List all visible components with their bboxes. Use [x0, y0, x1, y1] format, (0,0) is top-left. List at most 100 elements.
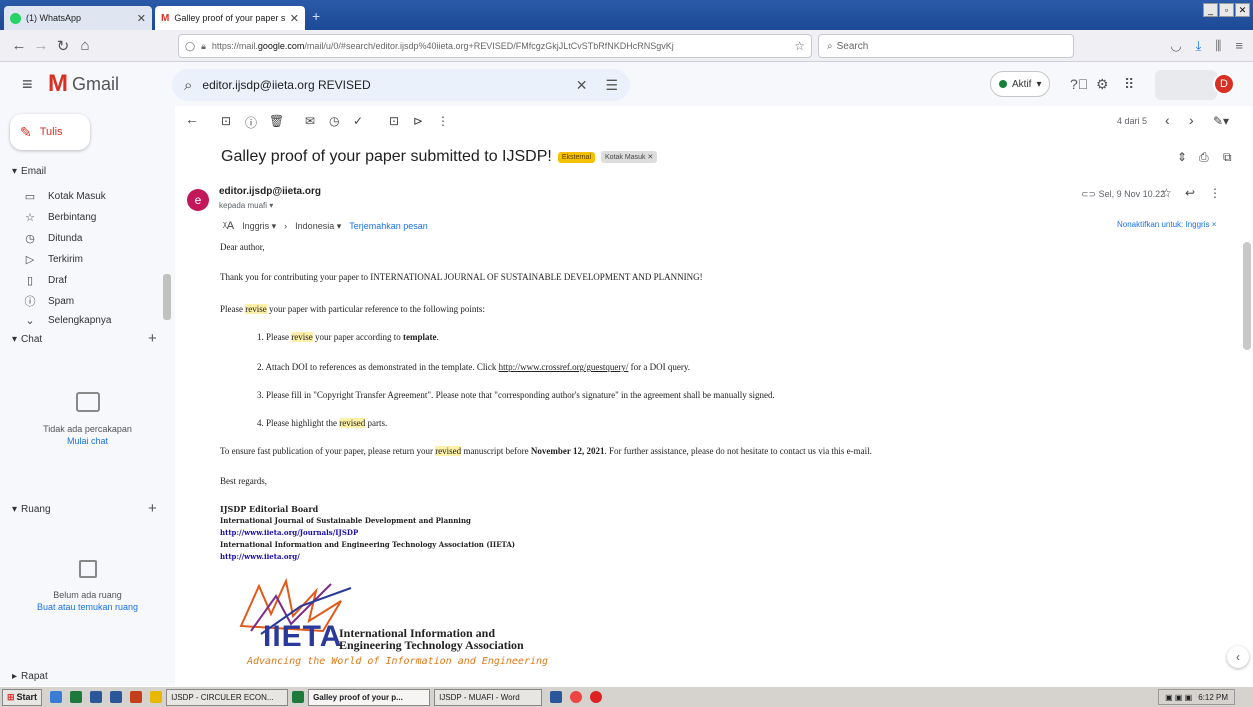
- maximize-button[interactable]: ▫: [1219, 3, 1234, 17]
- menu-icon[interactable]: ≡: [1235, 38, 1243, 54]
- back-icon[interactable]: ←: [8, 37, 30, 54]
- close-icon[interactable]: ✕: [290, 12, 299, 25]
- move-to-icon[interactable]: ⊡: [389, 114, 399, 128]
- home-icon[interactable]: ⌂: [74, 37, 96, 54]
- mail-search-input[interactable]: ⌕ editor.ijsdp@iieta.org REVISED ✕ ☰: [172, 69, 630, 101]
- new-chat-plus-icon[interactable]: +: [148, 330, 157, 347]
- open-new-window-icon[interactable]: ⧉: [1223, 150, 1232, 165]
- settings-gear-icon[interactable]: ⚙: [1096, 76, 1109, 93]
- sidebar-item-starred[interactable]: ☆ Berbintang: [24, 207, 164, 227]
- email-regards: Best regards,: [220, 476, 267, 486]
- pocket-icon[interactable]: ◡: [1170, 38, 1181, 54]
- more-vert-icon[interactable]: ⋮: [437, 114, 449, 128]
- side-panel-toggle-icon[interactable]: ‹: [1227, 646, 1249, 668]
- sidebar-item-snoozed[interactable]: ◷ Ditunda: [24, 228, 164, 248]
- next-chevron-icon[interactable]: ›: [1189, 112, 1194, 128]
- library-icon[interactable]: ⫼: [1215, 38, 1221, 54]
- compose-button[interactable]: ✎ Tulis: [10, 114, 90, 150]
- search-icon: ⌕: [827, 40, 833, 52]
- browser-search-input[interactable]: ⌕ Search: [818, 34, 1074, 58]
- bookmark-star-icon[interactable]: ☆: [794, 39, 805, 53]
- translate-message-link[interactable]: Terjemahkan pesan: [349, 221, 428, 231]
- search-value: editor.ijsdp@iieta.org REVISED: [202, 78, 371, 92]
- input-tools-icon[interactable]: ✎▾: [1213, 114, 1229, 128]
- browser-quicklaunch-icon[interactable]: [50, 691, 63, 703]
- archive-icon[interactable]: ⊡: [221, 114, 231, 128]
- prev-chevron-icon[interactable]: ‹: [1165, 112, 1170, 128]
- sidebar-scrollbar[interactable]: [163, 274, 171, 320]
- add-task-icon[interactable]: ✓: [353, 114, 363, 128]
- translate-to-select[interactable]: Indonesia ▾: [295, 221, 341, 232]
- start-button[interactable]: ⊞ Start: [2, 688, 43, 706]
- search-options-icon[interactable]: ☰: [605, 77, 618, 94]
- search-icon[interactable]: ⌕: [184, 77, 192, 94]
- section-rooms[interactable]: ▾ Ruang: [12, 504, 51, 515]
- disable-translate-link[interactable]: Nonaktifkan untuk: Inggris ×: [1117, 220, 1216, 229]
- signature-site-link: http://www.iieta.org/: [220, 552, 300, 561]
- new-room-plus-icon[interactable]: +: [148, 500, 157, 517]
- sidebar-item-drafts[interactable]: ▯ Draf: [24, 270, 164, 290]
- browser-toolbar-icons: ◡ ⤓ ⫼ ≡: [1170, 38, 1243, 54]
- section-chat[interactable]: ▾ Chat: [12, 334, 42, 345]
- translate-from-select[interactable]: Inggris ▾: [242, 221, 276, 232]
- tray-icons[interactable]: ▣ ▣ ▣: [1165, 693, 1192, 702]
- start-chat-link[interactable]: Mulai chat: [0, 436, 175, 446]
- section-meet[interactable]: ▸ Rapat: [12, 671, 48, 682]
- mark-unread-icon[interactable]: ✉︎: [305, 114, 315, 128]
- avatar[interactable]: D: [1213, 73, 1235, 95]
- crossref-link[interactable]: http://www.crossref.org/guestquery/: [499, 362, 629, 372]
- back-arrow-icon[interactable]: ←: [185, 111, 199, 127]
- main-scrollbar[interactable]: [1243, 242, 1251, 350]
- gmail-logo[interactable]: M Gmail: [48, 70, 119, 98]
- report-spam-icon[interactable]: ⓘ: [245, 114, 257, 131]
- clock-icon: ◷: [25, 232, 35, 245]
- account-switcher[interactable]: [1155, 70, 1217, 100]
- new-tab-button[interactable]: +: [312, 8, 320, 24]
- minimize-button[interactable]: _: [1203, 3, 1218, 17]
- sidebar-item-more[interactable]: ⌄ Selengkapnya: [24, 310, 164, 330]
- taskbar-item-explorer[interactable]: IJSDP - CIRCULER ECON...: [166, 688, 289, 706]
- clear-search-icon[interactable]: ✕: [576, 77, 588, 94]
- app-name: Gmail: [72, 73, 120, 94]
- reload-icon[interactable]: ↻: [52, 37, 74, 55]
- chrome-icon[interactable]: [570, 691, 583, 703]
- sidebar-item-spam[interactable]: ⓘ Spam: [24, 291, 164, 311]
- powerpoint-quicklaunch-icon[interactable]: [130, 691, 143, 703]
- word-icon[interactable]: [550, 691, 563, 703]
- sidebar-item-sent[interactable]: ▷ Terkirim: [24, 249, 164, 269]
- expand-all-icon[interactable]: ⇕: [1177, 150, 1187, 164]
- recipient-dropdown[interactable]: kepada muafi ▾: [219, 201, 273, 210]
- word-quicklaunch-icon[interactable]: [90, 691, 103, 703]
- snooze-icon[interactable]: ◷: [329, 114, 339, 128]
- sidebar-item-inbox[interactable]: ▭ Kotak Masuk: [24, 186, 164, 206]
- status-dropdown[interactable]: Aktif ▾: [990, 71, 1051, 97]
- close-icon[interactable]: ✕: [137, 12, 146, 25]
- create-room-link[interactable]: Buat atau temukan ruang: [0, 602, 175, 612]
- taskbar-item-firefox[interactable]: Galley proof of your p...: [308, 688, 431, 706]
- taskbar-item-word[interactable]: IJSDP - MUAFI - Word: [434, 688, 543, 706]
- forward-icon[interactable]: →: [30, 37, 52, 54]
- excel-quicklaunch-icon[interactable]: [70, 691, 83, 703]
- list-item: 2. Attach DOI to references as demonstra…: [257, 362, 691, 372]
- inbox-label-badge[interactable]: Kotak Masuk ✕: [601, 151, 658, 163]
- close-window-button[interactable]: ✕: [1235, 3, 1250, 17]
- tab-whatsapp[interactable]: (1) WhatsApp ✕: [4, 6, 152, 30]
- more-vert-icon[interactable]: ⋮: [1209, 186, 1221, 200]
- excel-task-icon[interactable]: [292, 691, 305, 703]
- sender-email[interactable]: editor.ijsdp@iieta.org: [219, 186, 321, 197]
- tab-gmail[interactable]: M Galley proof of your paper submitt ✕: [155, 6, 305, 30]
- delete-icon[interactable]: 🗑︎: [269, 114, 284, 128]
- label-icon[interactable]: ⊳: [413, 114, 423, 128]
- reply-icon[interactable]: ↩: [1185, 186, 1195, 200]
- star-icon[interactable]: ☆: [1161, 186, 1172, 200]
- main-menu-icon[interactable]: ≡: [22, 74, 33, 95]
- folder-quicklaunch-icon[interactable]: [150, 691, 163, 703]
- download-icon[interactable]: ⤓: [1196, 38, 1202, 54]
- apps-grid-icon[interactable]: ⠿: [1124, 76, 1134, 93]
- print-icon[interactable]: ⎙: [1199, 150, 1209, 165]
- url-bar[interactable]: ◯ 🔒︎ https://mail.google.com/mail/u/0/#s…: [178, 34, 812, 58]
- opera-icon[interactable]: [590, 691, 603, 703]
- section-email[interactable]: ▾ Email: [12, 166, 46, 177]
- help-icon[interactable]: ?⃝: [1070, 76, 1088, 92]
- outlook-quicklaunch-icon[interactable]: [110, 691, 123, 703]
